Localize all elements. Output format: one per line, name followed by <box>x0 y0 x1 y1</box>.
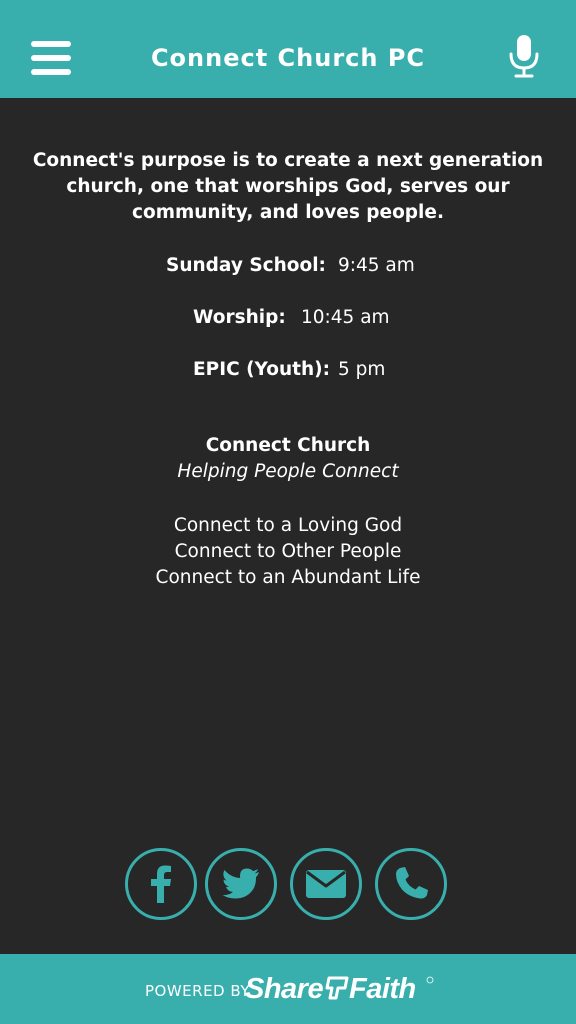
svg-text:Faith: Faith <box>349 973 416 1004</box>
email-button[interactable] <box>290 848 362 920</box>
app-footer: POWERED BY Share Faith <box>0 954 576 1024</box>
phone-button[interactable] <box>375 848 447 920</box>
service-label: EPIC (Youth): <box>193 359 330 380</box>
microphone-button[interactable] <box>507 34 541 78</box>
service-time: 10:45 am <box>301 307 390 328</box>
service-time-row: Sunday School: 9:45 am <box>0 253 576 279</box>
sharefaith-logo-icon: Share Faith <box>245 973 434 1005</box>
purpose-statement: Connect's purpose is to create a next ge… <box>32 150 544 223</box>
app-header: Connect Church PC <box>0 0 576 98</box>
facebook-button[interactable] <box>125 848 197 920</box>
sharefaith-logo[interactable]: Share Faith <box>245 970 435 1005</box>
powered-by-label: POWERED BY <box>145 982 251 1000</box>
list-item: Connect to a Loving God <box>173 515 403 536</box>
service-label: Sunday School: <box>166 255 326 276</box>
service-time: 9:45 am <box>338 255 415 276</box>
church-name: Connect Church <box>205 435 371 456</box>
connect-list: Connect to a Loving God Connect to Other… <box>0 513 576 591</box>
twitter-icon <box>222 868 259 899</box>
svg-text:Share: Share <box>245 973 323 1004</box>
twitter-button[interactable] <box>205 848 277 920</box>
envelope-icon <box>306 870 346 898</box>
list-item: Connect to Other People <box>174 541 402 562</box>
phone-icon <box>396 867 428 899</box>
service-label: Worship: <box>193 307 286 328</box>
social-links <box>0 848 576 920</box>
facebook-icon <box>151 865 171 903</box>
microphone-icon <box>509 35 539 78</box>
page-title: Connect Church PC <box>150 44 426 72</box>
service-time: 5 pm <box>338 359 386 380</box>
church-tagline: Helping People Connect <box>177 461 399 482</box>
service-time-row: EPIC (Youth): 5 pm <box>0 357 576 383</box>
church-info: Connect Church Helping People Connect <box>0 433 576 485</box>
list-item: Connect to an Abundant Life <box>155 567 421 588</box>
service-time-row: Worship: 10:45 am <box>0 305 576 331</box>
